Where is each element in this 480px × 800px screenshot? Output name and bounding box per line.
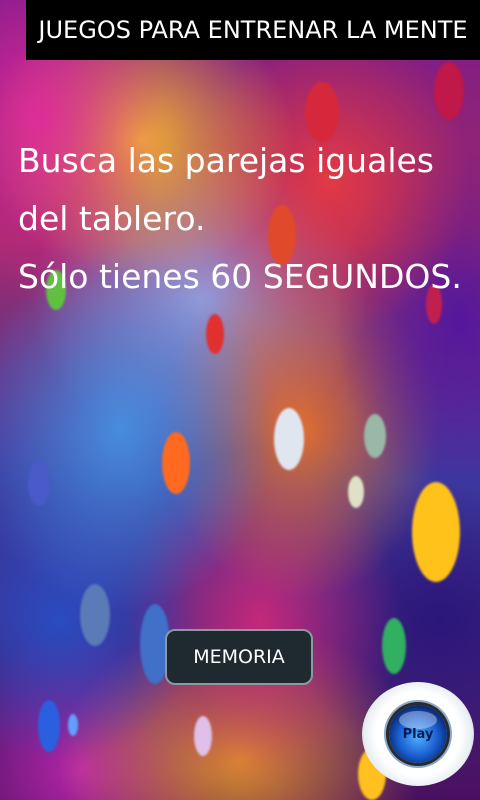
play-button-label: Play <box>402 726 434 742</box>
memoria-button[interactable]: MEMORIA <box>165 629 313 685</box>
instructions-line: Sólo tienes 60 SEGUNDOS. <box>18 257 462 296</box>
app-title: JUEGOS PARA ENTRENAR LA MENTE <box>38 16 468 44</box>
memoria-button-label: MEMORIA <box>193 646 285 668</box>
play-orb-icon: Play <box>389 705 447 763</box>
app-title-bar: JUEGOS PARA ENTRENAR LA MENTE <box>26 0 480 60</box>
instructions-text: Busca las parejas iguales del tablero. S… <box>18 132 468 306</box>
instructions-line: Busca las parejas iguales <box>18 141 434 180</box>
instructions-line: del tablero. <box>18 199 206 238</box>
play-button[interactable]: Play <box>362 682 474 786</box>
